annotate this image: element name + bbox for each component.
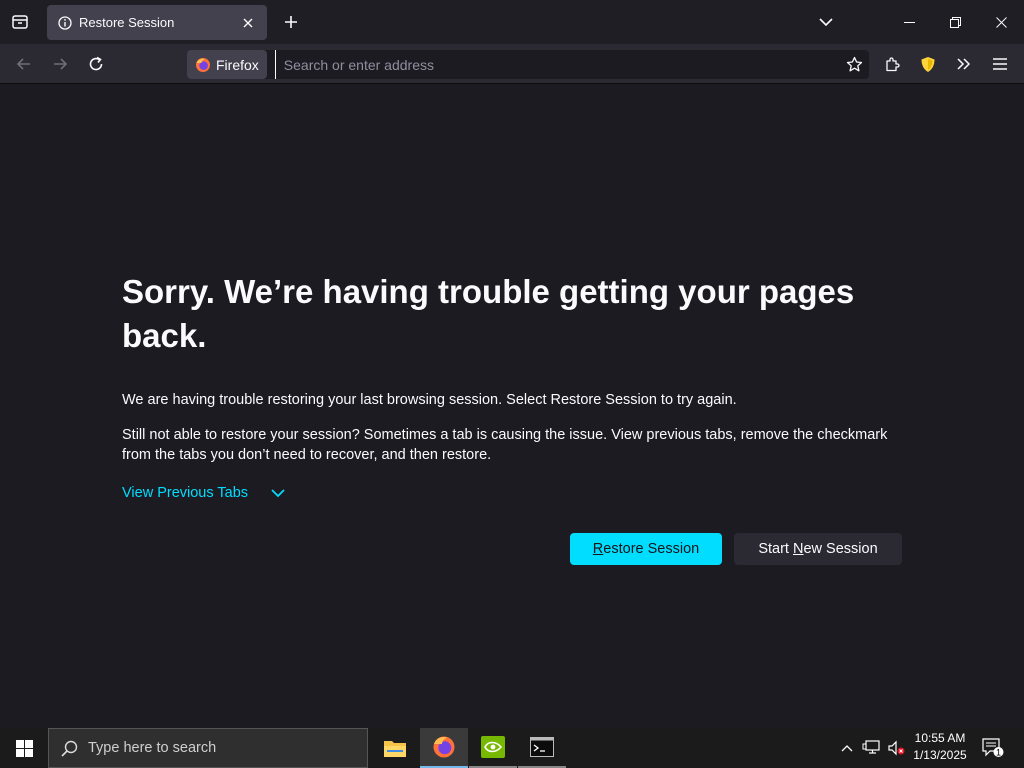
- notification-count: 1: [996, 748, 1001, 758]
- chevron-up-icon: [841, 745, 853, 752]
- show-hidden-icons-button[interactable]: [836, 728, 858, 768]
- reload-icon: [89, 56, 103, 71]
- double-chevron-right-icon: [957, 58, 971, 70]
- bookmark-star-button[interactable]: [839, 50, 869, 79]
- taskbar-firefox[interactable]: [420, 728, 468, 768]
- minimize-button[interactable]: [886, 0, 932, 44]
- clock-date: 1/13/2025: [913, 748, 967, 762]
- restore-help-text: Still not able to restore your session? …: [122, 427, 888, 463]
- url-bar: Firefox: [187, 50, 869, 79]
- windows-logo-icon: [15, 739, 33, 757]
- new-session-label-suffix: ew Session: [803, 541, 878, 557]
- navigation-toolbar: Firefox: [0, 44, 1024, 84]
- taskbar-file-explorer[interactable]: [371, 728, 419, 768]
- start-new-session-button[interactable]: Start New Session: [734, 533, 902, 565]
- forward-button[interactable]: [45, 49, 75, 79]
- arrow-left-icon: [16, 58, 30, 70]
- address-input[interactable]: [274, 50, 839, 79]
- view-previous-tabs-label: View Previous Tabs: [122, 485, 249, 501]
- speaker-muted-icon: [888, 740, 905, 756]
- view-previous-tabs-toggle[interactable]: View Previous Tabs: [122, 485, 286, 501]
- network-status-button[interactable]: [859, 728, 883, 768]
- new-session-label-prefix: Start: [758, 541, 793, 557]
- close-window-button[interactable]: [978, 0, 1024, 44]
- back-button[interactable]: [9, 49, 39, 79]
- new-tab-button[interactable]: [278, 9, 304, 35]
- clock-time: 10:55 AM: [914, 731, 966, 745]
- tab-strip: Restore Session: [0, 0, 1024, 44]
- firefox-view-icon: [12, 15, 28, 29]
- extensions-button[interactable]: [877, 49, 907, 79]
- taskbar-search-box[interactable]: Type here to search: [48, 728, 368, 768]
- restore-description: We are having trouble restoring your las…: [122, 392, 737, 408]
- new-session-label-accel: N: [793, 541, 804, 557]
- page-content: Sorry. We’re having trouble getting your…: [0, 85, 1024, 728]
- star-icon: [846, 56, 862, 72]
- info-icon: [57, 15, 73, 31]
- tab-title: Restore Session: [79, 15, 175, 30]
- restore-session-button[interactable]: Restore Session: [570, 533, 722, 565]
- identity-box[interactable]: Firefox: [187, 50, 267, 79]
- ublock-extension-button[interactable]: [913, 49, 943, 79]
- identity-label: Firefox: [216, 56, 259, 73]
- taskbar-terminal[interactable]: [518, 728, 566, 768]
- more-tools-button[interactable]: [949, 49, 979, 79]
- notification-icon: 1: [982, 738, 1004, 758]
- close-icon: [995, 16, 1007, 28]
- taskbar-search-placeholder: Type here to search: [88, 740, 217, 756]
- hamburger-menu-icon: [993, 58, 1007, 70]
- minimize-icon: [903, 21, 915, 23]
- close-icon: [243, 18, 253, 27]
- action-center-button[interactable]: 1: [978, 728, 1008, 768]
- start-button[interactable]: [0, 728, 48, 768]
- reload-button[interactable]: [81, 49, 111, 79]
- folder-icon: [384, 741, 406, 757]
- nvidia-logo-icon: [481, 736, 505, 758]
- restore-label-accel: R: [592, 541, 604, 557]
- restore-label-suffix: estore Session: [603, 541, 700, 557]
- page-title: Sorry. We’re having trouble getting your…: [122, 273, 855, 354]
- chevron-down-icon: [819, 18, 833, 27]
- taskbar-nvidia[interactable]: [469, 728, 517, 768]
- windows-taskbar: Type here to search 10:55 AM 1/13/2025 1: [0, 728, 1024, 768]
- plus-icon: [285, 16, 297, 28]
- restore-window-icon: [949, 16, 961, 28]
- system-clock[interactable]: 10:55 AM 1/13/2025: [905, 730, 975, 766]
- restore-window-button[interactable]: [932, 0, 978, 44]
- app-menu-button[interactable]: [985, 49, 1015, 79]
- firefox-view-button[interactable]: [6, 9, 34, 35]
- arrow-right-icon: [54, 58, 68, 70]
- list-all-tabs-button[interactable]: [812, 9, 840, 35]
- terminal-icon: [530, 737, 554, 757]
- tab-restore-session[interactable]: Restore Session: [47, 5, 267, 40]
- firefox-logo-icon: [433, 736, 455, 758]
- shield-icon: [921, 56, 935, 72]
- chevron-down-icon: [271, 489, 285, 498]
- close-tab-button[interactable]: [239, 14, 257, 32]
- search-icon: [61, 740, 78, 757]
- puzzle-icon: [885, 56, 900, 71]
- firefox-logo-icon: [196, 57, 210, 72]
- network-icon: [862, 740, 880, 754]
